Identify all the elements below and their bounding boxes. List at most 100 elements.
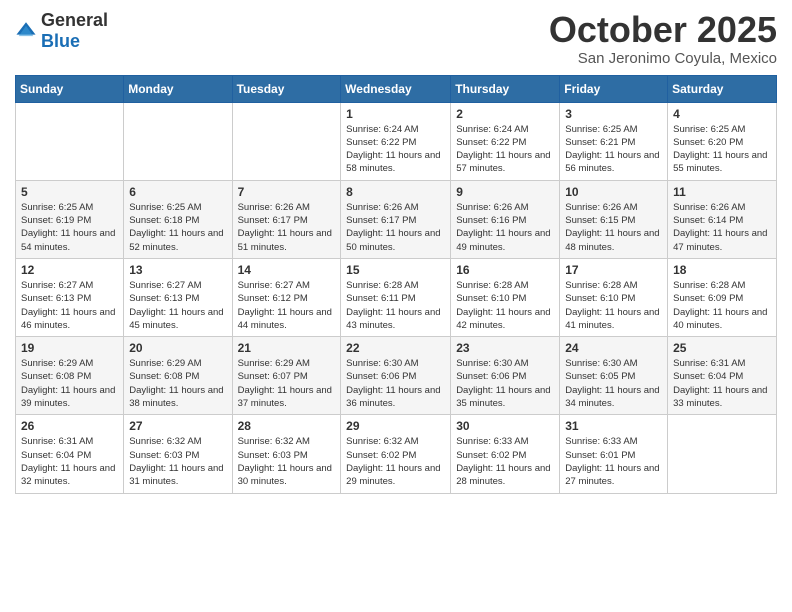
calendar-cell: 27 Sunrise: 6:32 AM Sunset: 6:03 PM Dayli…: [124, 415, 232, 493]
calendar-cell: 14Sunrise: 6:27 AM Sunset: 6:12 PM Dayli…: [232, 258, 341, 336]
calendar-cell: 21 Sunrise: 6:29 AM Sunset: 6:07 PM Dayli…: [232, 337, 341, 415]
day-info: Sunrise: 6:29 AM Sunset: 6:08 PM Dayligh…: [21, 357, 118, 410]
day-info: Sunrise: 6:28 AM Sunset: 6:09 PM Dayligh…: [673, 279, 771, 332]
calendar-week-2: 5 Sunrise: 6:25 AM Sunset: 6:19 PM Daylig…: [16, 180, 777, 258]
calendar-cell: 10Sunrise: 6:26 AM Sunset: 6:15 PM Dayli…: [560, 180, 668, 258]
calendar-week-5: 26Sunrise: 6:31 AM Sunset: 6:04 PM Dayli…: [16, 415, 777, 493]
day-info: Sunrise: 6:25 AM Sunset: 6:20 PM Dayligh…: [673, 123, 771, 176]
calendar-cell: 20 Sunrise: 6:29 AM Sunset: 6:08 PM Dayli…: [124, 337, 232, 415]
calendar-cell: 25Sunrise: 6:31 AM Sunset: 6:04 PM Dayli…: [668, 337, 777, 415]
calendar-cell: [16, 102, 124, 180]
day-info: Sunrise: 6:25 AM Sunset: 6:19 PM Dayligh…: [21, 201, 118, 254]
day-number: 21: [238, 341, 336, 355]
day-number: 26: [21, 419, 118, 433]
calendar-cell: 11Sunrise: 6:26 AM Sunset: 6:14 PM Dayli…: [668, 180, 777, 258]
calendar-cell: 28 Sunrise: 6:32 AM Sunset: 6:03 PM Dayli…: [232, 415, 341, 493]
day-info: Sunrise: 6:31 AM Sunset: 6:04 PM Dayligh…: [673, 357, 771, 410]
day-info: Sunrise: 6:25 AM Sunset: 6:21 PM Dayligh…: [565, 123, 662, 176]
calendar-cell: [668, 415, 777, 493]
calendar-week-1: 1 Sunrise: 6:24 AM Sunset: 6:22 PM Daylig…: [16, 102, 777, 180]
day-number: 18: [673, 263, 771, 277]
calendar-cell: 31Sunrise: 6:33 AM Sunset: 6:01 PM Dayli…: [560, 415, 668, 493]
calendar-cell: 18 Sunrise: 6:28 AM Sunset: 6:09 PM Dayli…: [668, 258, 777, 336]
day-info: Sunrise: 6:27 AM Sunset: 6:13 PM Dayligh…: [21, 279, 118, 332]
day-info: Sunrise: 6:33 AM Sunset: 6:01 PM Dayligh…: [565, 435, 662, 488]
logo-blue: Blue: [41, 31, 80, 51]
day-number: 12: [21, 263, 118, 277]
calendar-cell: [124, 102, 232, 180]
calendar-cell: 8Sunrise: 6:26 AM Sunset: 6:17 PM Daylig…: [341, 180, 451, 258]
title-block: October 2025 San Jeronimo Coyula, Mexico: [549, 10, 777, 67]
calendar-cell: 30 Sunrise: 6:33 AM Sunset: 6:02 PM Dayli…: [451, 415, 560, 493]
day-info: Sunrise: 6:26 AM Sunset: 6:16 PM Dayligh…: [456, 201, 554, 254]
day-info: Sunrise: 6:25 AM Sunset: 6:18 PM Dayligh…: [129, 201, 226, 254]
calendar-cell: 15Sunrise: 6:28 AM Sunset: 6:11 PM Dayli…: [341, 258, 451, 336]
day-info: Sunrise: 6:24 AM Sunset: 6:22 PM Dayligh…: [346, 123, 445, 176]
day-number: 28: [238, 419, 336, 433]
calendar-week-4: 19 Sunrise: 6:29 AM Sunset: 6:08 PM Dayli…: [16, 337, 777, 415]
calendar-table: SundayMondayTuesdayWednesdayThursdayFrid…: [15, 75, 777, 494]
day-number: 6: [129, 185, 226, 199]
day-info: Sunrise: 6:26 AM Sunset: 6:14 PM Dayligh…: [673, 201, 771, 254]
weekday-header-friday: Friday: [560, 75, 668, 102]
day-number: 22: [346, 341, 445, 355]
day-info: Sunrise: 6:29 AM Sunset: 6:07 PM Dayligh…: [238, 357, 336, 410]
calendar-cell: 19 Sunrise: 6:29 AM Sunset: 6:08 PM Dayli…: [16, 337, 124, 415]
calendar-cell: 29 Sunrise: 6:32 AM Sunset: 6:02 PM Dayli…: [341, 415, 451, 493]
day-info: Sunrise: 6:32 AM Sunset: 6:03 PM Dayligh…: [129, 435, 226, 488]
calendar-cell: 1 Sunrise: 6:24 AM Sunset: 6:22 PM Daylig…: [341, 102, 451, 180]
day-number: 7: [238, 185, 336, 199]
day-number: 30: [456, 419, 554, 433]
weekday-header-sunday: Sunday: [16, 75, 124, 102]
calendar-cell: 3 Sunrise: 6:25 AM Sunset: 6:21 PM Daylig…: [560, 102, 668, 180]
calendar-cell: 16Sunrise: 6:28 AM Sunset: 6:10 PM Dayli…: [451, 258, 560, 336]
day-number: 24: [565, 341, 662, 355]
logo-general: General: [41, 10, 108, 30]
page-header: General Blue October 2025 San Jeronimo C…: [15, 10, 777, 67]
weekday-header-saturday: Saturday: [668, 75, 777, 102]
calendar-cell: 4Sunrise: 6:25 AM Sunset: 6:20 PM Daylig…: [668, 102, 777, 180]
day-number: 1: [346, 107, 445, 121]
day-info: Sunrise: 6:32 AM Sunset: 6:02 PM Dayligh…: [346, 435, 445, 488]
calendar-cell: 12 Sunrise: 6:27 AM Sunset: 6:13 PM Dayli…: [16, 258, 124, 336]
logo: General Blue: [15, 10, 108, 52]
calendar-cell: 26Sunrise: 6:31 AM Sunset: 6:04 PM Dayli…: [16, 415, 124, 493]
weekday-header-monday: Monday: [124, 75, 232, 102]
weekday-header-wednesday: Wednesday: [341, 75, 451, 102]
calendar-week-3: 12 Sunrise: 6:27 AM Sunset: 6:13 PM Dayli…: [16, 258, 777, 336]
day-info: Sunrise: 6:30 AM Sunset: 6:06 PM Dayligh…: [456, 357, 554, 410]
day-info: Sunrise: 6:32 AM Sunset: 6:03 PM Dayligh…: [238, 435, 336, 488]
weekday-header-thursday: Thursday: [451, 75, 560, 102]
day-info: Sunrise: 6:30 AM Sunset: 6:06 PM Dayligh…: [346, 357, 445, 410]
day-number: 23: [456, 341, 554, 355]
day-number: 29: [346, 419, 445, 433]
weekday-header-row: SundayMondayTuesdayWednesdayThursdayFrid…: [16, 75, 777, 102]
day-number: 27: [129, 419, 226, 433]
logo-icon: [15, 20, 37, 42]
day-number: 13: [129, 263, 226, 277]
calendar-cell: 5 Sunrise: 6:25 AM Sunset: 6:19 PM Daylig…: [16, 180, 124, 258]
calendar-cell: 9 Sunrise: 6:26 AM Sunset: 6:16 PM Daylig…: [451, 180, 560, 258]
calendar-cell: 7 Sunrise: 6:26 AM Sunset: 6:17 PM Daylig…: [232, 180, 341, 258]
calendar-cell: 23 Sunrise: 6:30 AM Sunset: 6:06 PM Dayli…: [451, 337, 560, 415]
day-number: 19: [21, 341, 118, 355]
day-info: Sunrise: 6:26 AM Sunset: 6:17 PM Dayligh…: [238, 201, 336, 254]
day-info: Sunrise: 6:30 AM Sunset: 6:05 PM Dayligh…: [565, 357, 662, 410]
weekday-header-tuesday: Tuesday: [232, 75, 341, 102]
day-number: 17: [565, 263, 662, 277]
calendar-cell: [232, 102, 341, 180]
day-number: 10: [565, 185, 662, 199]
calendar-cell: 22 Sunrise: 6:30 AM Sunset: 6:06 PM Dayli…: [341, 337, 451, 415]
day-info: Sunrise: 6:29 AM Sunset: 6:08 PM Dayligh…: [129, 357, 226, 410]
day-info: Sunrise: 6:28 AM Sunset: 6:10 PM Dayligh…: [456, 279, 554, 332]
day-number: 3: [565, 107, 662, 121]
day-number: 5: [21, 185, 118, 199]
day-number: 9: [456, 185, 554, 199]
calendar-cell: 6 Sunrise: 6:25 AM Sunset: 6:18 PM Daylig…: [124, 180, 232, 258]
calendar-cell: 13Sunrise: 6:27 AM Sunset: 6:13 PM Dayli…: [124, 258, 232, 336]
day-number: 15: [346, 263, 445, 277]
day-info: Sunrise: 6:33 AM Sunset: 6:02 PM Dayligh…: [456, 435, 554, 488]
day-info: Sunrise: 6:28 AM Sunset: 6:10 PM Dayligh…: [565, 279, 662, 332]
calendar-cell: 2Sunrise: 6:24 AM Sunset: 6:22 PM Daylig…: [451, 102, 560, 180]
day-number: 20: [129, 341, 226, 355]
